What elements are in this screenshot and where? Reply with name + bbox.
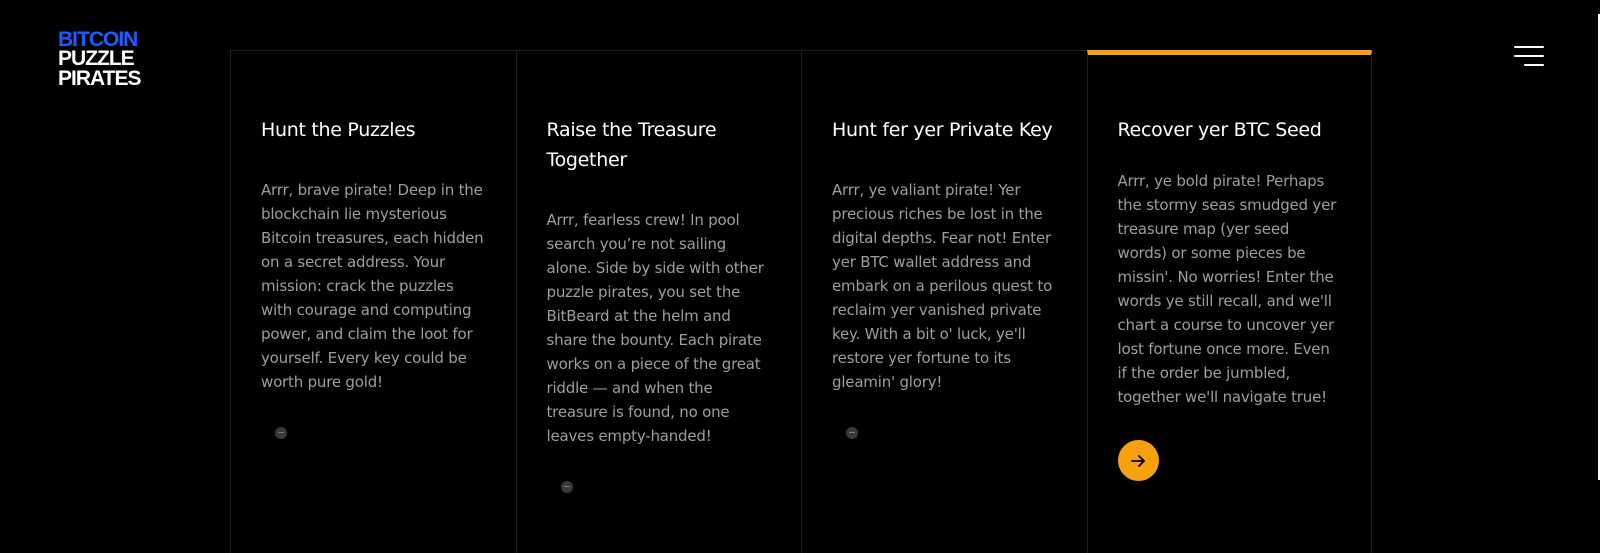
- card-private-key[interactable]: Hunt fer yer Private Key Arrr, ye valian…: [801, 50, 1087, 553]
- feature-cards: Hunt the Puzzles Arrr, brave pirate! Dee…: [230, 50, 1372, 553]
- card-title: Hunt fer yer Private Key: [832, 119, 1053, 141]
- card-description: Arrr, ye valiant pirate! Yer precious ri…: [832, 181, 1053, 391]
- card-title: Hunt the Puzzles: [261, 119, 416, 141]
- card-title: Raise the Treasure Together: [546, 119, 717, 171]
- plus-dot-icon[interactable]: [846, 427, 858, 439]
- menu-bar-1: [1514, 46, 1544, 48]
- card-description: Arrr, ye bold pirate! Perhaps the stormy…: [1117, 172, 1337, 406]
- menu-bar-2: [1514, 55, 1544, 57]
- hamburger-menu-icon[interactable]: [1514, 46, 1544, 68]
- card-description: Arrr, fearless crew! In pool search you’…: [546, 211, 764, 445]
- plus-dot-icon[interactable]: [560, 481, 573, 493]
- arrow-right-icon: [1131, 454, 1145, 467]
- site-logo[interactable]: BITCOIN PUZZLE PIRATES: [58, 29, 148, 90]
- plus-dot-icon[interactable]: [275, 427, 287, 439]
- card-title: Recover yer BTC Seed: [1117, 119, 1322, 141]
- menu-bar-3: [1524, 64, 1544, 66]
- card-description: Arrr, brave pirate! Deep in the blockcha…: [261, 181, 484, 391]
- card-hunt-puzzles[interactable]: Hunt the Puzzles Arrr, brave pirate! Dee…: [230, 50, 516, 553]
- card-recover-seed[interactable]: Recover yer BTC Seed Arrr, ye bold pirat…: [1086, 50, 1372, 553]
- logo-line-pirates: PIRATES: [58, 66, 141, 90]
- logo-line-puzzle: PUZZLE: [58, 47, 135, 71]
- card-raise-treasure[interactable]: Raise the Treasure Together Arrr, fearle…: [515, 50, 801, 553]
- arrow-right-button[interactable]: [1117, 440, 1159, 481]
